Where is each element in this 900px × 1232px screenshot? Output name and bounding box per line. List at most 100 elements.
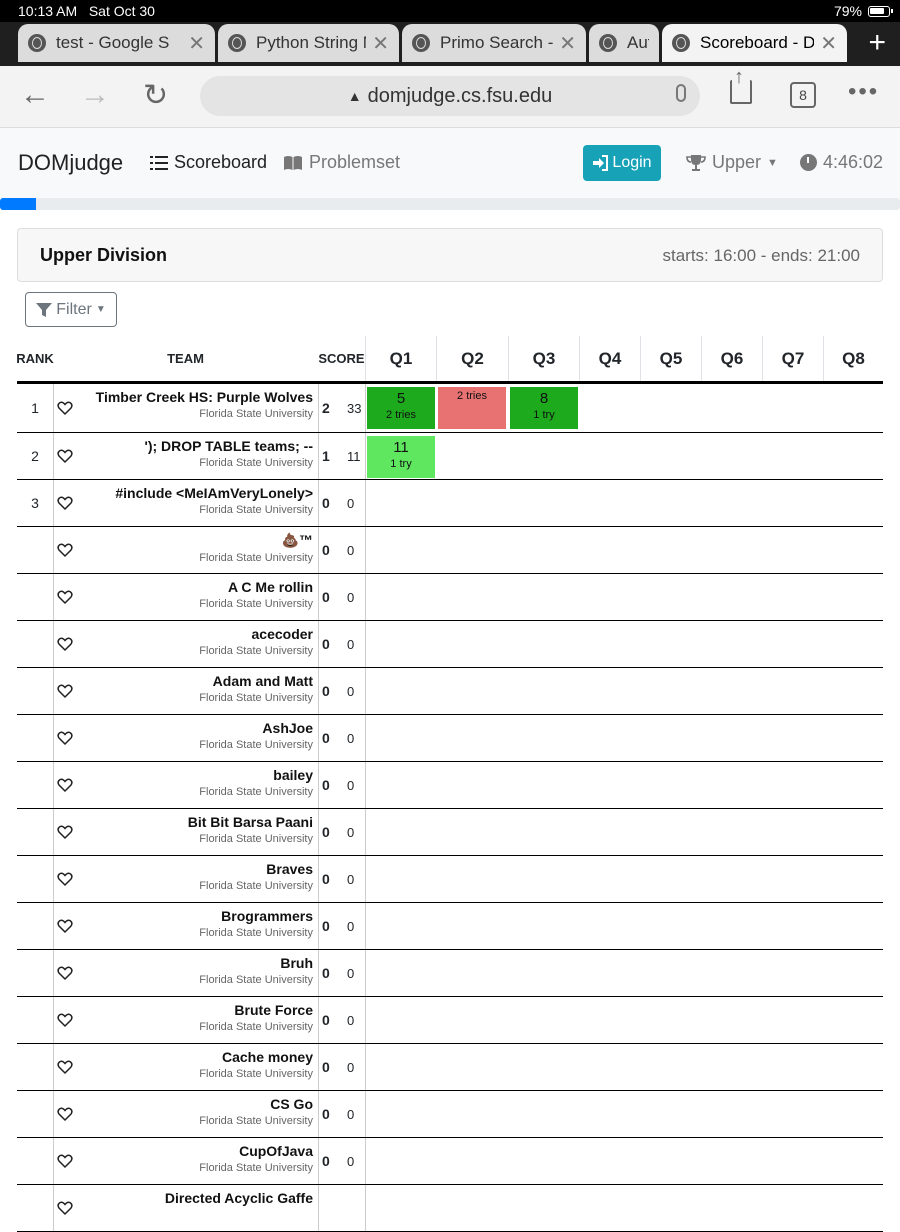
solve-time: 5	[396, 390, 406, 407]
table-row[interactable]: A C Me rollin Florida State University 0…	[17, 574, 883, 621]
try-count: 1 try	[390, 458, 412, 470]
filter-button[interactable]: Filter ▼	[25, 292, 117, 327]
brand-logo[interactable]: DOMjudge	[18, 150, 123, 176]
heart-icon[interactable]	[57, 965, 73, 981]
forward-arrow-icon[interactable]: →	[80, 78, 110, 112]
heart-icon[interactable]	[57, 918, 73, 934]
problem-cell-first-solve[interactable]: 5 2 tries	[367, 387, 435, 429]
table-row[interactable]: CupOfJava Florida State University 0 0	[17, 1138, 883, 1185]
heart-icon[interactable]	[57, 777, 73, 793]
problem-cell-first-solve[interactable]: 8 1 try	[510, 387, 578, 429]
new-tab-button[interactable]: +	[868, 26, 886, 60]
more-icon[interactable]: •••	[848, 78, 879, 106]
share-icon[interactable]	[730, 66, 752, 104]
team-cell[interactable]: CupOfJava Florida State University	[199, 1143, 313, 1174]
team-affiliation: Florida State University	[199, 645, 313, 657]
heart-icon[interactable]	[57, 1012, 73, 1028]
team-cell[interactable]: Brogrammers Florida State University	[199, 908, 313, 939]
team-cell[interactable]: AshJoe Florida State University	[199, 720, 313, 751]
table-row[interactable]: Bruh Florida State University 0 0	[17, 950, 883, 997]
heart-icon[interactable]	[57, 730, 73, 746]
browser-tab-1[interactable]: test - Google S ✕	[18, 24, 215, 62]
heart-icon[interactable]	[57, 636, 73, 652]
team-cell[interactable]: Braves Florida State University	[199, 861, 313, 892]
table-row[interactable]: acecoder Florida State University 0 0	[17, 621, 883, 668]
header-problem-q3[interactable]: Q3	[508, 336, 579, 381]
table-row[interactable]: AshJoe Florida State University 0 0	[17, 715, 883, 762]
table-row[interactable]: Brogrammers Florida State University 0 0	[17, 903, 883, 950]
team-cell[interactable]: Adam and Matt Florida State University	[199, 673, 313, 704]
team-cell[interactable]: CS Go Florida State University	[199, 1096, 313, 1127]
column-divider	[318, 1185, 319, 1231]
team-points: 0	[347, 542, 355, 558]
team-cell[interactable]: Brute Force Florida State University	[199, 1002, 313, 1033]
team-cell[interactable]: 💩™ Florida State University	[199, 532, 313, 564]
close-icon[interactable]: ✕	[559, 31, 576, 56]
problem-cell-correct[interactable]: 11 1 try	[367, 436, 435, 478]
heart-icon[interactable]	[57, 824, 73, 840]
table-row[interactable]: 1 Timber Creek HS: Purple Wolves Florida…	[17, 384, 883, 433]
login-button[interactable]: Login	[583, 145, 661, 181]
close-icon[interactable]: ✕	[372, 31, 389, 56]
heart-icon[interactable]	[57, 1200, 73, 1216]
close-icon[interactable]: ✕	[188, 31, 205, 56]
reload-icon[interactable]: ↻	[143, 78, 168, 113]
table-row[interactable]: bailey Florida State University 0 0	[17, 762, 883, 809]
team-cell[interactable]: Timber Creek HS: Purple Wolves Florida S…	[96, 389, 313, 420]
heart-icon[interactable]	[57, 683, 73, 699]
table-row[interactable]: 2 '); DROP TABLE teams; -- Florida State…	[17, 433, 883, 480]
address-bar[interactable]: ▲ domjudge.cs.fsu.edu	[200, 76, 700, 116]
nav-problemset[interactable]: Problemset	[283, 152, 400, 173]
heart-icon[interactable]	[57, 871, 73, 887]
problem-cell-incorrect[interactable]: 2 tries	[438, 387, 506, 429]
microphone-icon[interactable]	[676, 84, 686, 102]
nav-scoreboard[interactable]: Scoreboard	[150, 152, 267, 173]
header-problem-q8[interactable]: Q8	[823, 336, 883, 381]
team-cell[interactable]: bailey Florida State University	[199, 767, 313, 798]
team-cell[interactable]: Bit Bit Barsa Paani Florida State Univer…	[188, 814, 313, 845]
team-cell[interactable]: Bruh Florida State University	[199, 955, 313, 986]
tab-title: Scoreboard - D	[700, 33, 815, 52]
browser-tab-4[interactable]: Auto	[589, 24, 659, 62]
team-cell[interactable]: #include <MeIAmVeryLonely> Florida State…	[115, 485, 313, 516]
table-row[interactable]: CS Go Florida State University 0 0	[17, 1091, 883, 1138]
team-cell[interactable]: A C Me rollin Florida State University	[199, 579, 313, 610]
division-dropdown[interactable]: Upper ▼	[686, 152, 778, 173]
column-divider	[365, 480, 366, 526]
table-row[interactable]: Adam and Matt Florida State University 0…	[17, 668, 883, 715]
heart-icon[interactable]	[57, 1153, 73, 1169]
browser-tab-active[interactable]: Scoreboard - D ✕	[662, 24, 847, 62]
header-problem-q5[interactable]: Q5	[640, 336, 701, 381]
heart-icon[interactable]	[57, 448, 73, 464]
browser-tab-2[interactable]: Python String M ✕	[218, 24, 399, 62]
team-cell[interactable]: Cache money Florida State University	[199, 1049, 313, 1080]
team-cell[interactable]: acecoder Florida State University	[199, 626, 313, 657]
back-arrow-icon[interactable]: ←	[20, 78, 50, 112]
close-icon[interactable]: ✕	[820, 31, 837, 56]
team-cell[interactable]: '); DROP TABLE teams; -- Florida State U…	[145, 438, 314, 469]
heart-icon[interactable]	[57, 589, 73, 605]
heart-icon[interactable]	[57, 1106, 73, 1122]
table-row[interactable]: Brute Force Florida State University 0 0	[17, 997, 883, 1044]
heart-icon[interactable]	[57, 1059, 73, 1075]
table-row[interactable]: 3 #include <MeIAmVeryLonely> Florida Sta…	[17, 480, 883, 527]
heart-icon[interactable]	[57, 495, 73, 511]
heart-icon[interactable]	[57, 400, 73, 416]
header-problem-q2[interactable]: Q2	[436, 336, 508, 381]
column-divider	[365, 1138, 366, 1184]
table-row[interactable]: Braves Florida State University 0 0	[17, 856, 883, 903]
header-problem-q7[interactable]: Q7	[762, 336, 823, 381]
heart-icon[interactable]	[57, 542, 73, 558]
table-row[interactable]: Cache money Florida State University 0 0	[17, 1044, 883, 1091]
table-row[interactable]: 💩™ Florida State University 0 0	[17, 527, 883, 574]
browser-tab-3[interactable]: Primo Search - ✕	[402, 24, 586, 62]
header-problem-q6[interactable]: Q6	[701, 336, 762, 381]
table-row[interactable]: Bit Bit Barsa Paani Florida State Univer…	[17, 809, 883, 856]
header-problem-q4[interactable]: Q4	[579, 336, 640, 381]
team-points: 0	[347, 871, 355, 887]
header-problem-q1[interactable]: Q1	[365, 336, 436, 381]
tab-count-button[interactable]: 8	[790, 82, 816, 108]
table-row[interactable]: Directed Acyclic Gaffe	[17, 1185, 883, 1232]
column-divider	[365, 762, 366, 808]
team-name: Braves	[266, 861, 313, 877]
